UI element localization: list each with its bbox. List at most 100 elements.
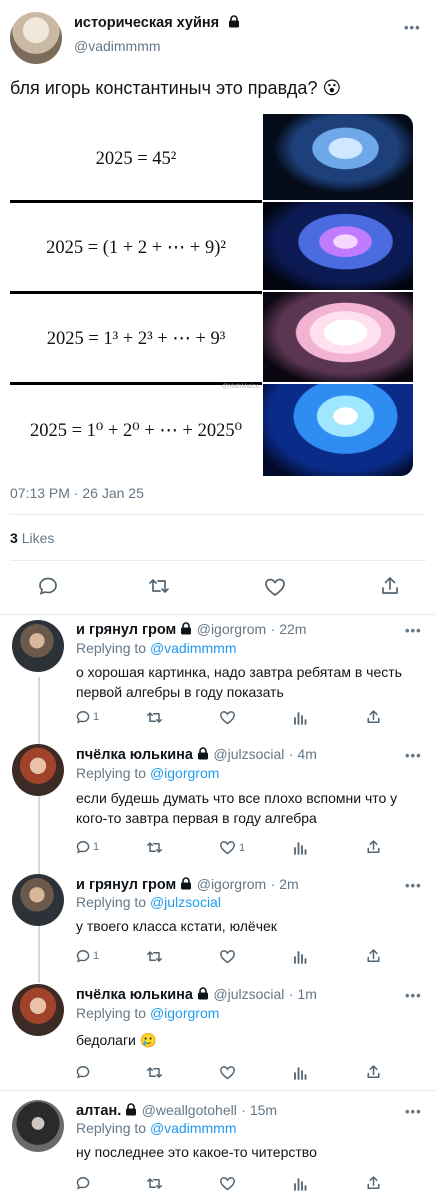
replying-to-handle[interactable]: @julzsocial <box>150 894 221 910</box>
reply-header: алтан. @weallgotohell · 15m <box>76 1102 277 1121</box>
reply-time[interactable]: · 4m <box>289 746 317 762</box>
reply-icon <box>76 841 90 854</box>
reply-author-handle[interactable]: @igorgrom <box>197 621 266 637</box>
reply-avatar[interactable] <box>12 874 64 926</box>
replying-to-handle[interactable]: @vadimmmm <box>150 640 237 656</box>
reply-author-name[interactable]: пчёлка юлькина <box>76 987 193 1003</box>
author-name[interactable]: историческая хуйня <box>74 15 219 31</box>
reply-icon <box>76 950 90 963</box>
retweet-icon[interactable] <box>148 576 170 601</box>
like-icon[interactable] <box>264 577 286 602</box>
retweet-icon[interactable] <box>146 1065 163 1085</box>
share-icon[interactable] <box>366 839 381 860</box>
reply-button[interactable]: 1 <box>76 710 99 724</box>
reply-text: у твоего класса кстати, юлёчек <box>76 918 277 934</box>
retweet-icon[interactable] <box>146 710 163 730</box>
thread-line <box>38 677 40 983</box>
reply-avatar[interactable] <box>12 1100 64 1152</box>
reply-header: пчёлка юлькина @julzsocial · 4m <box>76 746 317 765</box>
reply-author-name[interactable]: алтан. <box>76 1103 121 1119</box>
replying-to-handle[interactable]: @vadimmmm <box>150 1120 237 1136</box>
lock-icon <box>180 877 192 895</box>
reply-author-handle[interactable]: @weallgotohell <box>142 1102 237 1118</box>
reply-author-name[interactable]: и грянул гром <box>76 877 176 893</box>
replying-prefix: Replying to <box>76 765 147 781</box>
divider <box>10 560 426 561</box>
reply-author-handle[interactable]: @igorgrom <box>197 876 266 892</box>
tweet-timestamp[interactable]: 07:13 PM · 26 Jan 25 <box>10 485 144 501</box>
reply-time[interactable]: · 15m <box>241 1102 277 1118</box>
reply-icon[interactable] <box>38 576 58 601</box>
replying-to: Replying to @igorgrom <box>76 765 219 781</box>
reply-header: и грянул гром @igorgrom · 2m <box>76 876 299 895</box>
like-button[interactable] <box>219 949 239 964</box>
replying-to-handle[interactable]: @igorgrom <box>150 765 219 781</box>
author-handle[interactable]: @vadimmmm <box>74 38 161 54</box>
analytics-icon[interactable] <box>293 949 307 969</box>
analytics-icon[interactable] <box>293 840 307 860</box>
reply-button[interactable]: 1 <box>76 840 99 854</box>
reply-icon <box>76 1066 90 1079</box>
more-icon[interactable]: ••• <box>404 20 421 35</box>
lock-icon <box>197 987 209 1005</box>
reply-button[interactable]: 1 <box>76 949 99 963</box>
reply-time[interactable]: · 1m <box>289 986 317 1002</box>
analytics-icon[interactable] <box>293 1176 307 1196</box>
like-button[interactable] <box>219 1065 239 1080</box>
share-icon[interactable] <box>366 1175 381 1196</box>
author-name-row: историческая хуйня <box>74 14 240 33</box>
share-icon[interactable] <box>366 1064 381 1085</box>
share-icon[interactable] <box>380 576 400 601</box>
reply-button[interactable] <box>76 1065 93 1079</box>
more-icon[interactable]: ••• <box>405 878 422 893</box>
replying-to-handle[interactable]: @igorgrom <box>150 1005 219 1021</box>
reply-author-handle[interactable]: @julzsocial <box>213 986 284 1002</box>
more-icon[interactable]: ••• <box>405 1104 422 1119</box>
reply-author-name[interactable]: и грянул гром <box>76 622 176 638</box>
reply-text: ну последнее это какое-то читерство <box>76 1144 317 1160</box>
lock-icon <box>125 1103 137 1121</box>
reply-time[interactable]: · 22m <box>271 621 307 637</box>
retweet-icon[interactable] <box>146 949 163 969</box>
share-icon[interactable] <box>366 709 381 730</box>
likes-label: Likes <box>21 530 55 546</box>
more-icon[interactable]: ••• <box>405 623 422 638</box>
like-icon[interactable] <box>219 1176 236 1196</box>
like-icon <box>219 950 236 964</box>
analytics-icon[interactable] <box>293 1065 307 1085</box>
meme-formula-1: 2025 = 45² <box>95 148 177 169</box>
more-icon[interactable]: ••• <box>405 748 422 763</box>
reply-icon[interactable] <box>76 1176 90 1195</box>
replying-prefix: Replying to <box>76 1120 147 1136</box>
meme-watermark: @MathMatize <box>222 384 260 390</box>
share-icon[interactable] <box>366 948 381 969</box>
reply-author-handle[interactable]: @julzsocial <box>213 746 284 762</box>
replying-prefix: Replying to <box>76 894 147 910</box>
brain-panel-2 <box>263 202 413 290</box>
retweet-icon[interactable] <box>146 840 163 860</box>
reply-author-name[interactable]: пчёлка юлькина <box>76 747 193 763</box>
replying-to: Replying to @julzsocial <box>76 894 221 910</box>
like-icon <box>219 711 236 725</box>
like-button[interactable] <box>219 710 239 725</box>
more-icon[interactable]: ••• <box>405 988 422 1003</box>
replying-to: Replying to @vadimmmm <box>76 1120 236 1136</box>
reply-avatar[interactable] <box>12 984 64 1036</box>
divider <box>0 614 436 615</box>
reply-avatar[interactable] <box>12 744 64 796</box>
like-icon <box>219 841 236 855</box>
like-button[interactable]: 1 <box>219 840 245 855</box>
brain-panel-1 <box>263 114 413 200</box>
replying-to: Replying to @igorgrom <box>76 1005 219 1021</box>
reply-time[interactable]: · 2m <box>271 876 299 892</box>
brain-panel-4 <box>263 384 413 476</box>
reply-avatar[interactable] <box>12 620 64 672</box>
retweet-icon[interactable] <box>146 1176 163 1196</box>
reply-count: 1 <box>93 841 100 853</box>
brain-panel-3 <box>263 292 413 382</box>
likes-stat[interactable]: 3 Likes <box>10 530 54 546</box>
meme-formula-4: 2025 = 1⁰ + 2⁰ + ⋯ + 2025⁰ <box>30 421 242 441</box>
analytics-icon[interactable] <box>293 710 307 730</box>
reply-count: 1 <box>93 711 100 723</box>
author-avatar[interactable] <box>10 12 62 64</box>
